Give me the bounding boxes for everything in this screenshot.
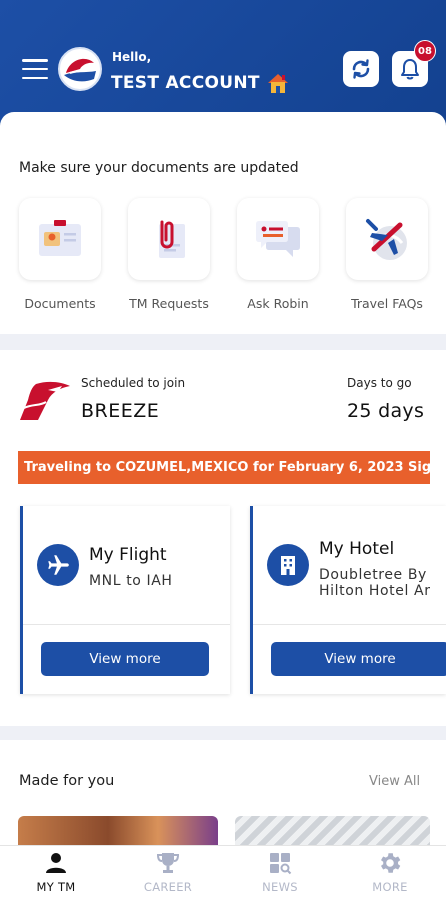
view-all-link[interactable]: View All [369, 774, 420, 789]
app-screen: Hello, TEST ACCOUNT 08 Make sure your do… [0, 0, 446, 900]
hotel-title: My Hotel [319, 539, 395, 559]
tm-requests-label: TM Requests [129, 296, 209, 311]
bell-icon [401, 59, 419, 80]
notification-badge: 08 [414, 40, 436, 62]
nav-label-career: CAREER [143, 880, 193, 894]
carnival-funnel-logo-icon [20, 381, 70, 420]
nav-more[interactable]: MORE [334, 846, 446, 900]
account-name-text: TEST ACCOUNT [111, 73, 260, 93]
nav-my-tm[interactable]: MY TM [0, 846, 112, 900]
airplane-globe-icon [366, 219, 407, 260]
airplane-icon [37, 544, 79, 586]
nav-label-more: MORE [372, 880, 408, 894]
gear-icon [377, 850, 403, 876]
flight-view-more-button[interactable]: View more [41, 642, 209, 676]
nav-news[interactable]: NEWS [224, 846, 336, 900]
flight-route: MNL to IAH [89, 573, 173, 589]
hotel-tile[interactable]: My Hotel Doubletree By Hilton Hotel Ar V… [250, 506, 446, 694]
ship-logo [18, 378, 70, 424]
home-icon [267, 74, 288, 93]
documents-button[interactable] [19, 198, 101, 280]
tm-requests-button[interactable] [128, 198, 210, 280]
nav-career[interactable]: CAREER [112, 846, 224, 900]
tile-divider [253, 624, 446, 625]
hotel-name-line1: Doubletree By [319, 567, 427, 583]
tile-divider [23, 624, 230, 625]
id-card-icon [39, 220, 81, 256]
documents-label: Documents [24, 296, 96, 311]
trip-card: Scheduled to join BREEZE Days to go 25 d… [0, 350, 446, 726]
hotel-name-line2: Hilton Hotel Ar [319, 583, 431, 599]
days-to-go-value: 25 days [347, 400, 425, 422]
documents-title: Make sure your documents are updated [19, 160, 299, 176]
trophy-icon [155, 850, 181, 876]
travel-faqs-label: Travel FAQs [351, 296, 423, 311]
refresh-icon [352, 59, 370, 79]
days-to-go-label: Days to go [347, 376, 412, 390]
hotel-building-icon [267, 544, 309, 586]
ask-robin-label: Ask Robin [247, 296, 309, 311]
avatar[interactable] [58, 47, 102, 91]
greeting-text: Hello, [112, 50, 152, 64]
ask-robin-button[interactable] [237, 198, 319, 280]
documents-card: Make sure your documents are updated Doc… [0, 112, 446, 334]
flight-title: My Flight [89, 545, 167, 565]
chat-bubbles-icon [256, 221, 300, 257]
scheduled-label: Scheduled to join [81, 376, 186, 390]
menu-icon[interactable] [22, 59, 48, 79]
sync-button[interactable] [343, 51, 379, 87]
travel-faqs-button[interactable] [346, 198, 428, 280]
paperclip-document-icon [159, 220, 185, 258]
nav-label-my-tm: MY TM [36, 880, 76, 894]
nav-label-news: NEWS [262, 880, 298, 894]
travel-banner: Traveling to COZUMEL,MEXICO for February… [18, 451, 430, 484]
hotel-view-more-button[interactable]: View more [271, 642, 446, 676]
person-icon [44, 850, 68, 876]
made-for-you-title: Made for you [19, 773, 115, 789]
news-grid-icon [268, 850, 292, 876]
made-for-you-card: Made for you View All [0, 740, 446, 856]
flight-tile[interactable]: My Flight MNL to IAH View more [20, 506, 230, 694]
account-name: TEST ACCOUNT [111, 72, 290, 94]
ship-name: BREEZE [81, 400, 160, 422]
carnival-funnel-avatar-icon [64, 58, 96, 82]
bottom-navigation: MY TM CAREER NEWS MORE [0, 845, 446, 900]
